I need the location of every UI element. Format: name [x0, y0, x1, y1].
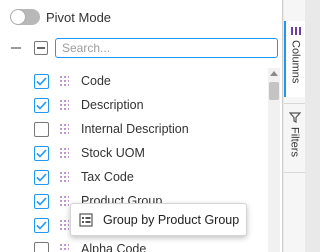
tab-filters-label: Filters — [288, 127, 301, 157]
pivot-mode-toggle[interactable] — [10, 9, 40, 25]
drag-handle-icon[interactable] — [59, 171, 69, 183]
tab-columns-label: Columns — [289, 40, 302, 84]
column-label: Code — [81, 74, 111, 88]
vertical-scrollbar[interactable] — [268, 68, 280, 252]
group-by-icon — [79, 212, 93, 227]
checkbox[interactable] — [34, 145, 49, 161]
drag-handle-icon[interactable] — [59, 243, 69, 252]
tab-columns[interactable]: Columns — [284, 21, 305, 97]
column-label: Internal Description — [81, 122, 189, 136]
column-item-tax-code[interactable]: Tax Code — [34, 168, 134, 186]
column-item-code[interactable]: Code — [34, 72, 111, 90]
drag-handle-icon[interactable] — [59, 75, 69, 87]
side-bar: Columns Filters — [284, 0, 305, 252]
pivot-mode-row: Pivot Mode — [10, 8, 111, 26]
drag-handle-icon[interactable] — [59, 195, 69, 207]
drag-handle-icon[interactable] — [59, 99, 69, 111]
pivot-mode-label: Pivot Mode — [46, 9, 112, 25]
tab-filters[interactable]: Filters — [284, 103, 305, 173]
checkbox[interactable] — [34, 73, 49, 89]
column-label: Description — [81, 98, 144, 112]
column-item-internal-description[interactable]: Internal Description — [34, 120, 189, 138]
select-all-checkbox[interactable] — [34, 41, 48, 55]
checkbox[interactable] — [34, 241, 49, 252]
scrollbar-thumb[interactable] — [269, 82, 279, 100]
checkbox[interactable] — [34, 169, 49, 185]
scroll-up-arrow-icon[interactable] — [270, 71, 278, 76]
checkbox[interactable] — [34, 193, 49, 209]
column-item-stock-uom[interactable]: Stock UOM — [34, 144, 145, 162]
column-label: Alpha Code — [81, 242, 147, 252]
filter-icon — [288, 112, 301, 123]
checkbox[interactable] — [34, 97, 49, 113]
toggle-knob — [11, 10, 25, 24]
checkbox[interactable] — [34, 217, 49, 233]
collapse-all-icon[interactable] — [11, 47, 21, 49]
drag-handle-icon[interactable] — [59, 123, 69, 135]
checkbox[interactable] — [34, 121, 49, 137]
drag-handle-icon[interactable] — [59, 147, 69, 159]
column-label: Tax Code — [81, 170, 134, 184]
columns-icon — [290, 27, 301, 35]
drag-handle-icon[interactable] — [59, 219, 69, 231]
drag-group-tooltip: Group by Product Group — [70, 203, 247, 236]
column-label: Stock UOM — [81, 146, 145, 160]
column-search-input[interactable] — [55, 38, 278, 58]
column-item-alpha-code[interactable]: Alpha Code — [34, 240, 146, 252]
column-select-header — [10, 37, 278, 59]
tooltip-label: Group by Product Group — [103, 212, 240, 227]
column-item-description[interactable]: Description — [34, 96, 144, 114]
